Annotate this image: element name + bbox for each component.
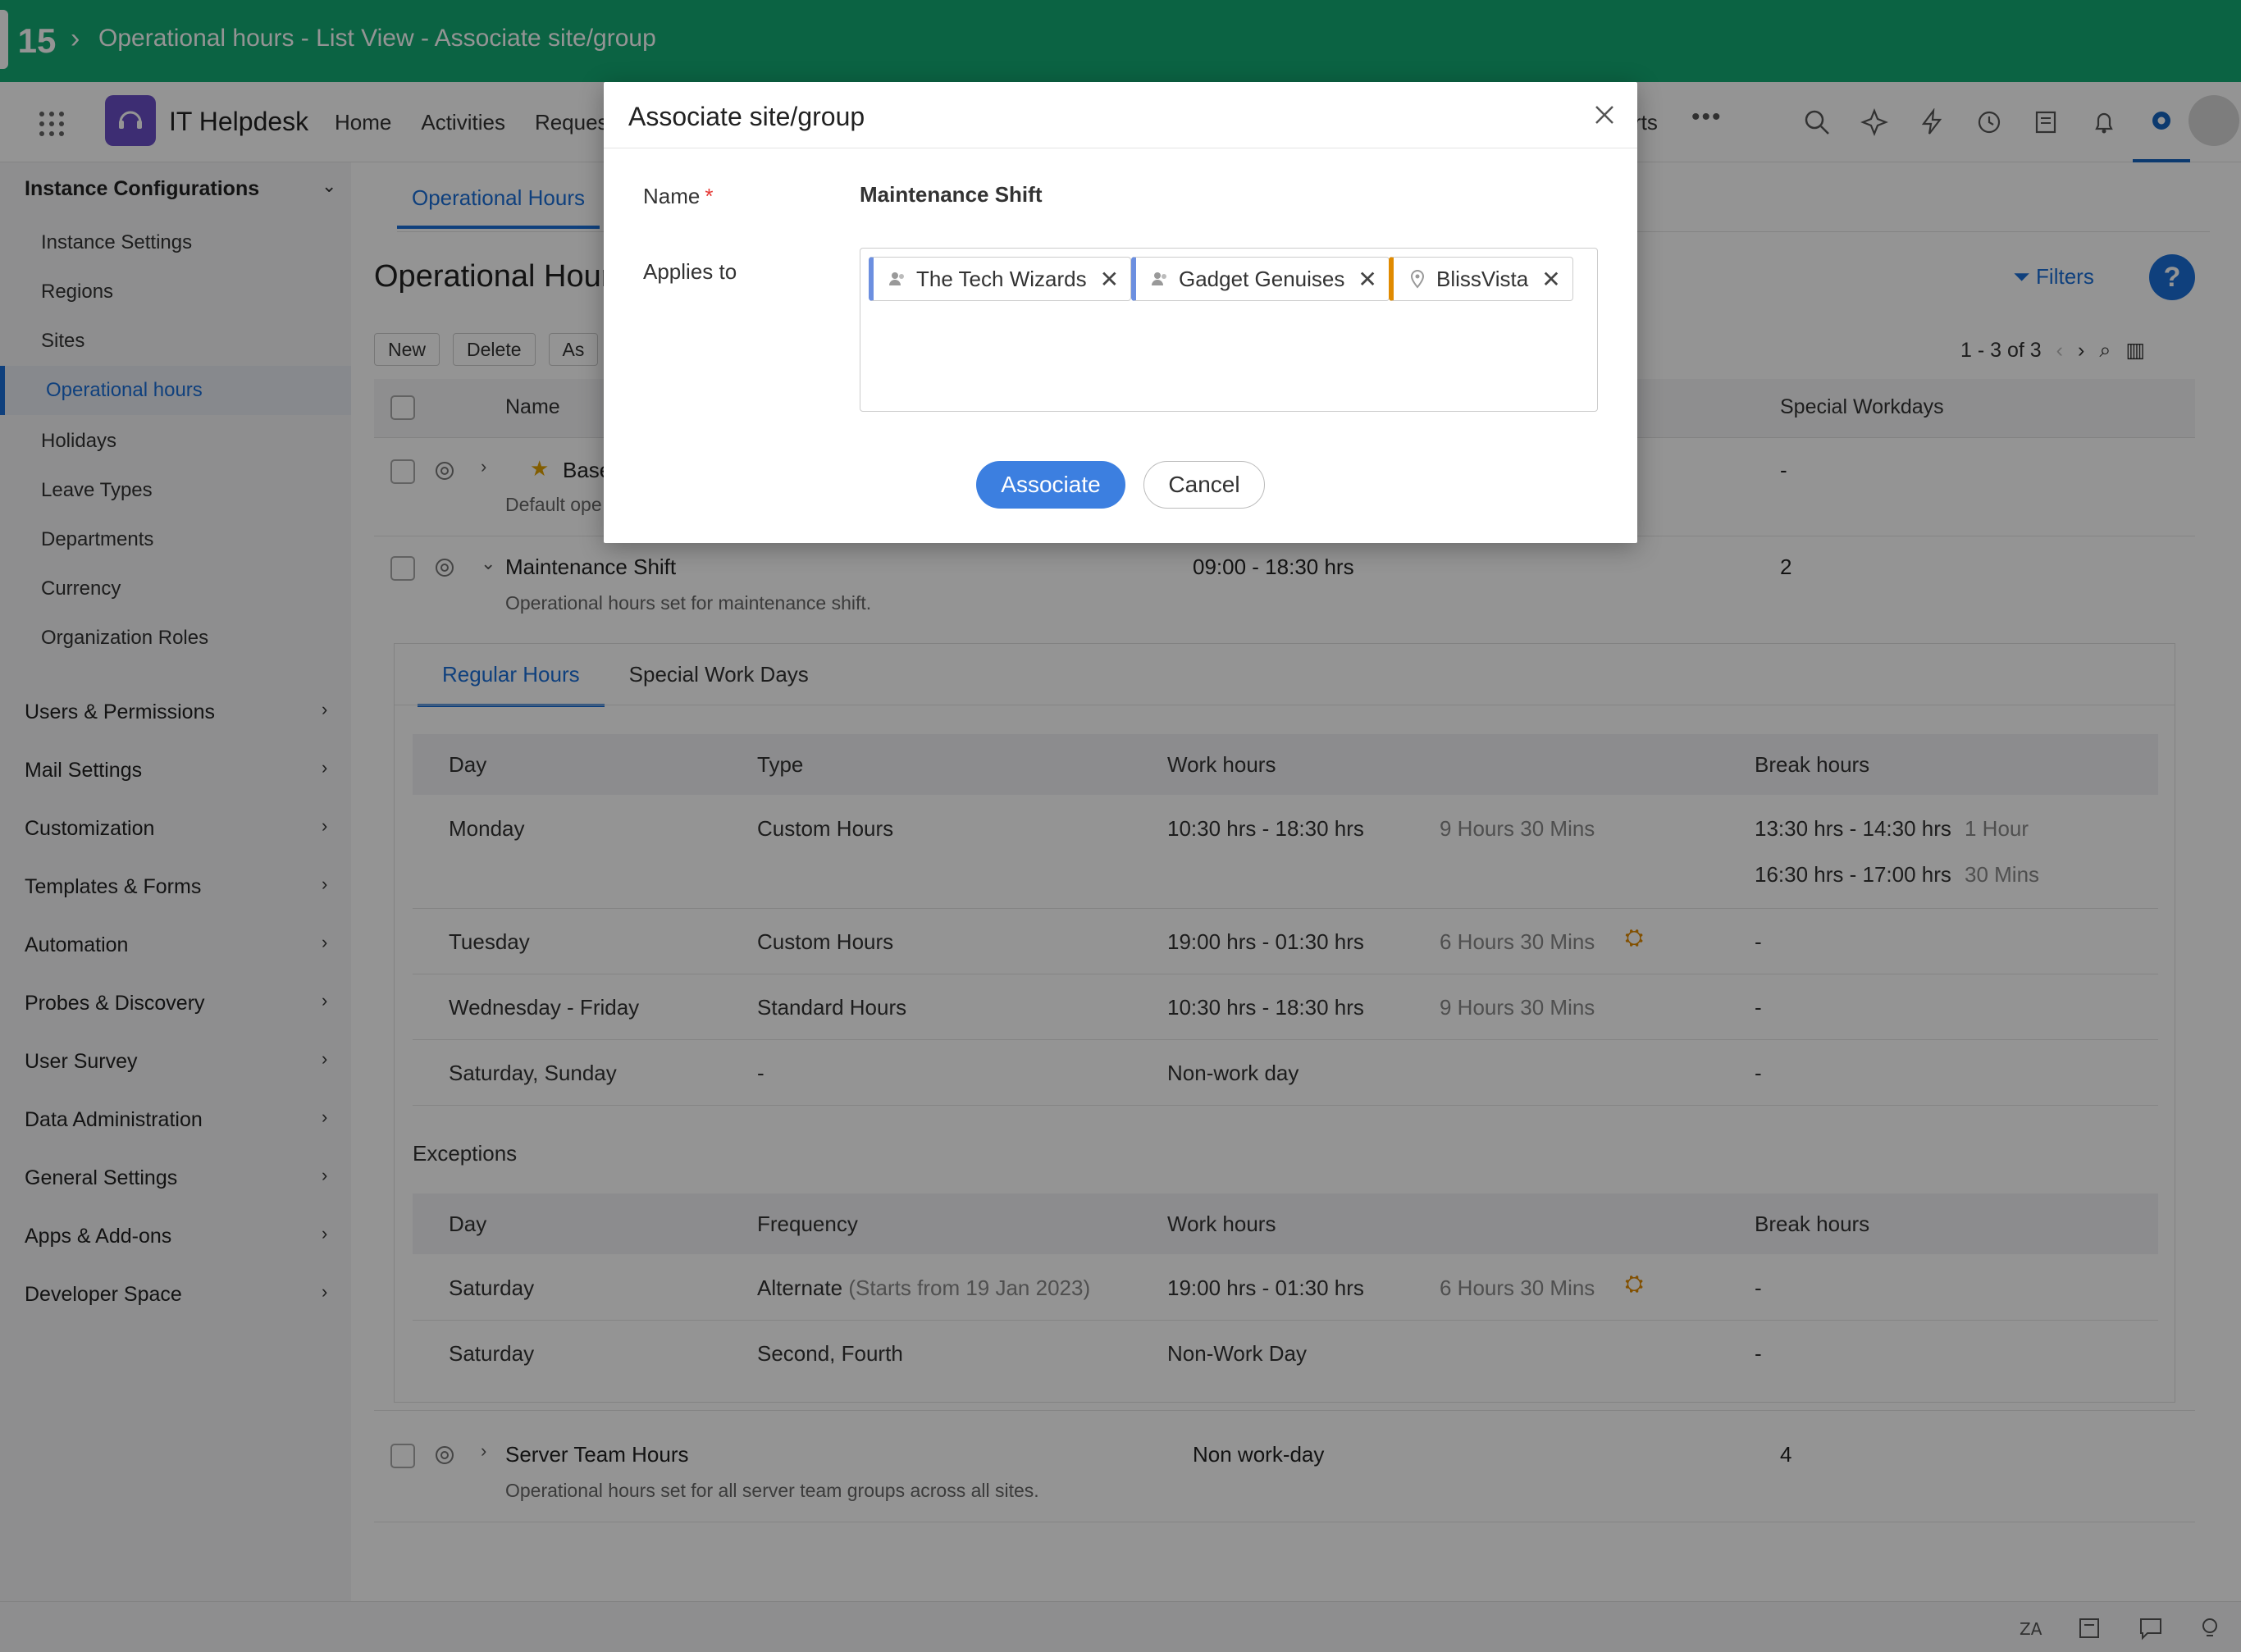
associate-dialog: Associate site/group Name * Maintenance S… <box>604 82 1637 543</box>
tag-label: Gadget Genuises <box>1179 266 1345 291</box>
cancel-button[interactable]: Cancel <box>1143 461 1265 509</box>
name-label-text: Name <box>643 184 701 208</box>
tag-label: BlissVista <box>1436 266 1529 291</box>
remove-tag-icon[interactable]: ✕ <box>1541 266 1560 293</box>
name-label: Name * <box>643 184 713 209</box>
location-pin-icon <box>1407 268 1428 290</box>
close-icon[interactable] <box>1588 98 1621 131</box>
tag-group: The Tech Wizards ✕ <box>869 257 1132 301</box>
applies-to-field[interactable]: The Tech Wizards ✕ Gadget Genuises ✕ Bli… <box>860 248 1598 412</box>
users-icon <box>887 268 908 290</box>
users-icon <box>1149 268 1171 290</box>
tag-group: Gadget Genuises ✕ <box>1131 257 1390 301</box>
required-mark: * <box>705 184 714 208</box>
remove-tag-icon[interactable]: ✕ <box>1358 266 1376 293</box>
remove-tag-icon[interactable]: ✕ <box>1100 266 1119 293</box>
associate-submit-button[interactable]: Associate <box>976 461 1125 509</box>
tag-site: BlissVista ✕ <box>1389 257 1573 301</box>
dialog-title: Associate site/group <box>628 102 865 131</box>
tag-label: The Tech Wizards <box>916 266 1087 291</box>
name-value: Maintenance Shift <box>860 182 1043 207</box>
applies-to-label: Applies to <box>643 259 737 284</box>
